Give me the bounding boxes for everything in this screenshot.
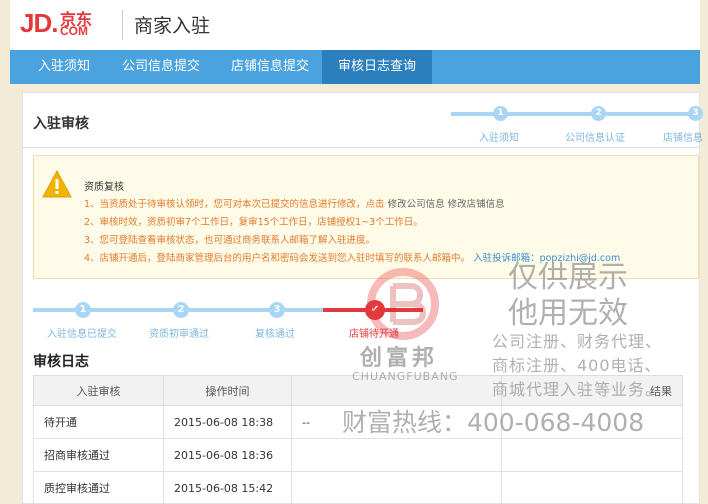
panel-divider [23,147,699,148]
complaint-email-link[interactable]: 入驻投诉邮箱：popzizhi@jd.com [473,253,620,264]
cell-audit: 招商审核通过 [33,438,164,472]
col-header-audit: 入驻审核 [33,375,164,406]
edit-store-info-link[interactable]: 修改店铺信息 [448,199,505,210]
col-header-result: 结果 [501,375,683,406]
mini-step-label-3: 店铺信息 [663,133,703,144]
audit-log-title: 审核日志 [33,354,89,370]
cell-result [501,438,683,472]
step-label-3: 复核通过 [255,329,295,340]
site-header: JD. 京东 COM 商家入驻 [10,0,700,50]
col-header-time: 操作时间 [163,375,292,406]
cell-time: 2015-06-08 15:42 [163,471,292,504]
notice-box: 资质复核 1、当资质处于待审核认领时，您可对本次已提交的信息进行修改，点击 修改… [33,155,699,279]
mini-step-dot-3: 3 [688,106,703,121]
cell-result [501,471,683,504]
mini-step-label-1: 入驻须知 [479,133,519,144]
cell-audit: 待开通 [33,405,164,439]
cell-audit: 质控审核通过 [33,471,164,504]
mini-step-dot-1: 1 [493,106,508,121]
notice-line-4: 4、店铺开通后，登陆商家管理后台的用户名和密码会发送到您入驻时填写的联系人邮箱中… [84,250,620,264]
notice-line-1-text: 1、当资质处于待审核认领时，您可对本次已提交的信息进行修改，点击 [84,199,385,210]
cell-time: 2015-06-08 18:38 [163,405,292,439]
panel-title: 入驻审核 [33,116,89,132]
step-dot-1: 1 [75,302,91,318]
notice-line-3: 3、您可登陆查看审核状态，也可通过商务联系人邮箱了解入驻进度。 [84,235,376,246]
table-row: 待开通 2015-06-08 18:38 -- [33,405,683,439]
step-dot-2: 2 [173,302,189,318]
notice-line-2: 2、审核时效，资质初审7个工作日，复审15个工作日，店铺授权1~3个工作日。 [84,217,423,228]
cell-time: 2015-06-08 18:36 [163,438,292,472]
audit-log-table: 入驻审核 操作时间 结果 待开通 2015-06-08 18:38 -- 招商审… [33,375,683,504]
step-label-1: 入驻信息已提交 [47,329,117,340]
step-label-2: 资质初审通过 [149,329,209,340]
table-header-row: 入驻审核 操作时间 结果 [33,375,683,406]
nav-item-store-info[interactable]: 店铺信息提交 [216,50,324,84]
jd-logo-com: COM [60,24,88,38]
page-title: 商家入驻 [134,15,211,37]
mini-step-label-2: 公司信息认证 [565,133,625,144]
mini-progress-line [451,112,701,116]
notice-line-1: 1、当资质处于待审核认领时，您可对本次已提交的信息进行修改，点击 修改公司信息 … [84,196,505,210]
col-header-remark [291,375,502,406]
nav-item-audit-log[interactable]: 审核日志查询 [322,50,432,84]
cell-remark [291,438,502,472]
table-row: 招商审核通过 2015-06-08 18:36 [33,438,683,472]
notice-title: 资质复核 [84,182,124,193]
jd-logo[interactable]: JD. [20,8,58,39]
nav-item-guide[interactable]: 入驻须知 [24,50,104,84]
table-row: 质控审核通过 2015-06-08 15:42 [33,471,683,504]
cell-remark [291,471,502,504]
edit-company-info-link[interactable]: 修改公司信息 [388,199,445,210]
nav-item-company-info[interactable]: 公司信息提交 [108,50,214,84]
main-nav: 入驻须知 公司信息提交 店铺信息提交 审核日志查询 [10,50,700,84]
brand-logo-icon [367,268,439,340]
step-dot-3: 3 [269,302,285,318]
cell-remark: -- [291,405,502,439]
header-divider [122,10,123,40]
mini-step-dot-2: 2 [591,106,606,121]
warning-icon [42,170,72,198]
notice-line-4-text: 4、店铺开通后，登陆商家管理后台的用户名和密码会发送到您入驻时填写的联系人邮箱中… [84,253,471,264]
cell-result [501,405,683,439]
